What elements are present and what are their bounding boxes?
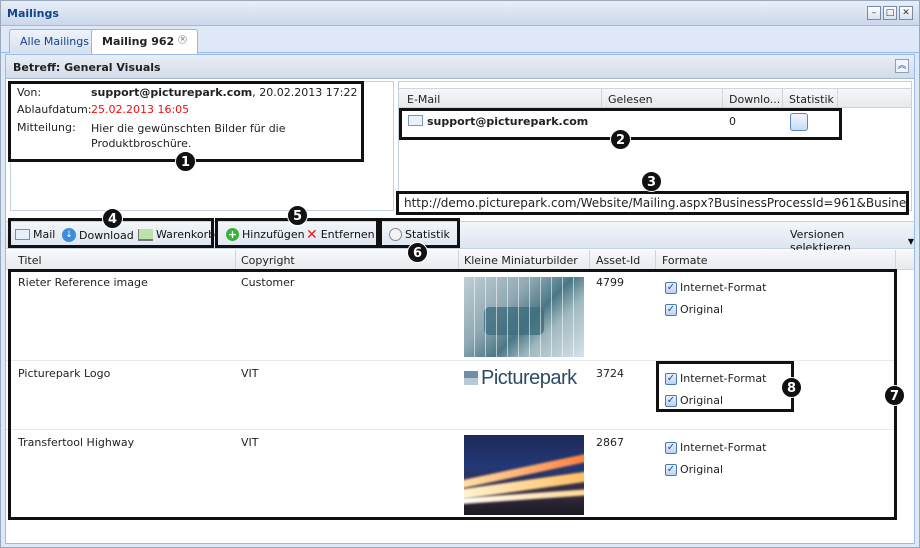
tab-close-icon[interactable]: × bbox=[178, 35, 188, 44]
col-copyright[interactable]: Copyright bbox=[241, 254, 295, 267]
tab-strip: Alle Mailings Mailing 962 × bbox=[1, 26, 919, 54]
subject-header: Betreff: General Visuals ︽ bbox=[6, 55, 914, 79]
col-downloads[interactable]: Downlo... bbox=[729, 93, 780, 106]
window-title: Mailings bbox=[7, 7, 59, 20]
col-formats[interactable]: Formate bbox=[662, 254, 708, 267]
col-email[interactable]: E-Mail bbox=[407, 93, 440, 106]
callout-number-7: 7 bbox=[884, 385, 905, 406]
callout-box-1 bbox=[8, 81, 364, 162]
col-asset-id[interactable]: Asset-Id bbox=[596, 254, 640, 267]
tab-all-mailings[interactable]: Alle Mailings bbox=[9, 29, 100, 53]
window-titlebar: Mailings – □ ✕ bbox=[1, 1, 919, 26]
col-thumbnails[interactable]: Kleine Miniaturbilder bbox=[464, 254, 578, 267]
chevron-down-icon: ▼ bbox=[907, 236, 914, 246]
callout-number-8: 8 bbox=[781, 377, 802, 398]
tab-mailing-962[interactable]: Mailing 962 × bbox=[91, 29, 199, 54]
assets-grid-header: Titel Copyright Kleine Miniaturbilder As… bbox=[6, 250, 914, 270]
close-button[interactable]: ✕ bbox=[899, 6, 913, 20]
callout-number-5: 5 bbox=[287, 205, 308, 226]
collapse-icon[interactable]: ︽ bbox=[895, 59, 909, 73]
mailings-window: Mailings – □ ✕ Alle Mailings Mailing 962… bbox=[0, 0, 920, 548]
callout-number-2: 2 bbox=[610, 129, 631, 150]
mailing-url[interactable]: http://demo.picturepark.com/Website/Mail… bbox=[396, 191, 909, 215]
tab-label: Mailing 962 bbox=[102, 35, 175, 48]
maximize-button[interactable]: □ bbox=[883, 6, 897, 20]
col-statistics[interactable]: Statistik bbox=[789, 93, 834, 106]
callout-number-4: 4 bbox=[102, 208, 123, 229]
callout-number-1: 1 bbox=[175, 151, 196, 172]
subject-title: Betreff: General Visuals bbox=[13, 61, 161, 74]
callout-box-8 bbox=[656, 361, 794, 412]
recipients-header: E-Mail Gelesen Downlo... Statistik bbox=[399, 88, 911, 108]
callout-number-3: 3 bbox=[641, 171, 662, 192]
callout-number-6: 6 bbox=[407, 242, 428, 263]
minimize-button[interactable]: – bbox=[867, 6, 881, 20]
col-title[interactable]: Titel bbox=[18, 254, 42, 267]
tab-label: Alle Mailings bbox=[20, 35, 89, 48]
col-read[interactable]: Gelesen bbox=[608, 93, 653, 106]
